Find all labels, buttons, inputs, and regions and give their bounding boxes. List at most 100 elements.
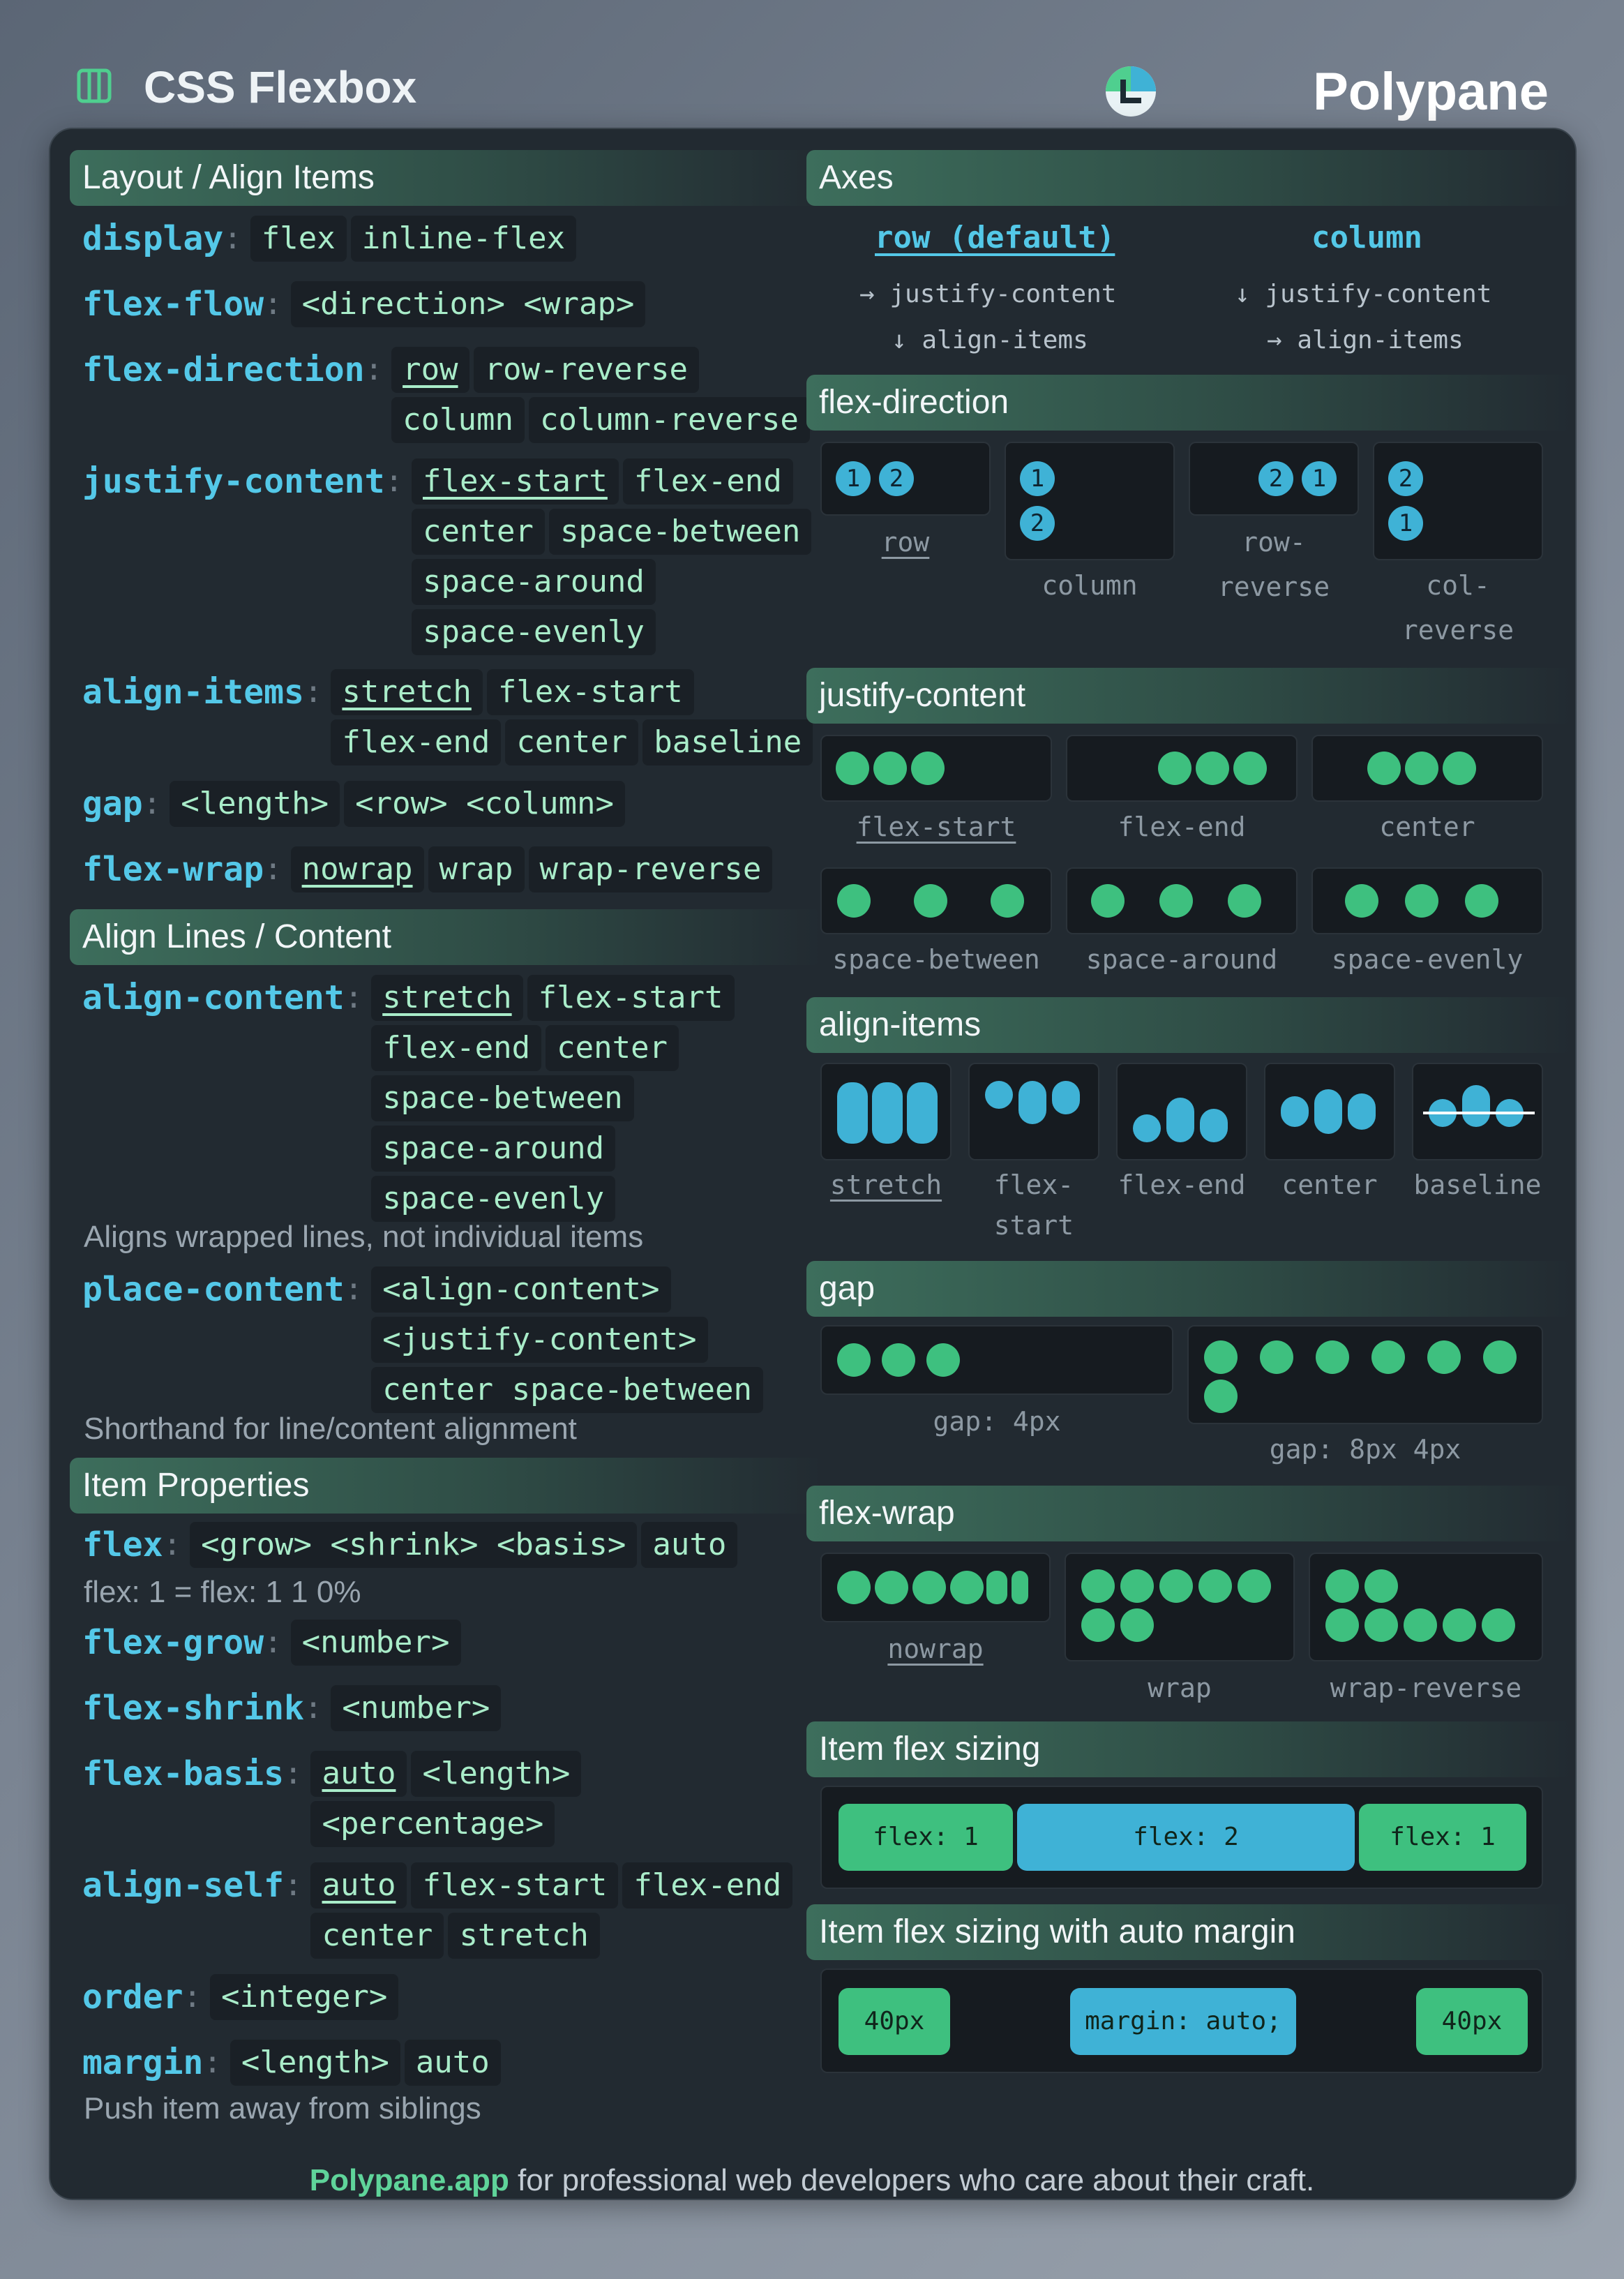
- prop-flex-direction: flex-direction: row row-reverse column c…: [82, 347, 810, 443]
- prop-name: flex-grow: [82, 1623, 264, 1662]
- prop-value: column: [391, 397, 525, 443]
- prop-name: flex-basis: [82, 1754, 284, 1793]
- prop-value: <number>: [290, 1620, 461, 1666]
- page-header: CSS Flexbox Polypane: [77, 49, 1549, 133]
- flex-item: margin: auto;: [1070, 1988, 1296, 2055]
- prop-value: center: [310, 1913, 444, 1959]
- note-place-content: Shorthand for line/content alignment: [84, 1412, 577, 1446]
- prop-value: center: [546, 1025, 679, 1071]
- demo-justify: [820, 735, 1052, 802]
- flex-item: [912, 1571, 946, 1604]
- caption: flex-end: [1118, 812, 1246, 842]
- flex-item: [1443, 752, 1476, 785]
- polypane-logo-icon: [1106, 66, 1156, 117]
- footer: Polypane.app for professional web develo…: [0, 2163, 1624, 2198]
- axis-row-justify: → justify-content: [859, 280, 1117, 308]
- flex-item: [1091, 884, 1125, 918]
- section-flex-direction: flex-direction: [806, 375, 1572, 431]
- prop-value: flex-start: [411, 458, 619, 505]
- prop-value: flex-end: [371, 1025, 542, 1071]
- prop-value: <align-content>: [371, 1266, 671, 1313]
- flex-item: [1196, 752, 1229, 785]
- flex-item: [1348, 1093, 1376, 1130]
- prop-value: space-evenly: [371, 1176, 616, 1222]
- flex-item: [1120, 1608, 1154, 1642]
- prop-name: align-items: [82, 673, 304, 712]
- prop-name: align-self: [82, 1866, 284, 1905]
- section-justify-content: justify-content: [806, 668, 1572, 724]
- flex-item: [1281, 1096, 1309, 1127]
- footer-text: for professional web developers who care…: [509, 2163, 1315, 2197]
- prop-flex-grow: flex-grow: <number>: [82, 1620, 709, 1666]
- prop-name: flex: [82, 1525, 163, 1564]
- prop-value: inline-flex: [350, 216, 577, 262]
- section-flex-wrap: flex-wrap: [806, 1486, 1572, 1541]
- flex-item: [985, 1081, 1013, 1109]
- flex-item: [873, 752, 907, 785]
- prop-value: center: [505, 719, 639, 765]
- flex-item: [1405, 752, 1438, 785]
- demo-align: [1264, 1063, 1395, 1160]
- flex-item: [1133, 1114, 1161, 1142]
- axis-column-title: column: [1311, 220, 1422, 255]
- caption: space-around: [1085, 944, 1278, 975]
- prop-margin: margin: <length> auto: [82, 2040, 649, 2086]
- section-layout: Layout / Align Items: [70, 150, 823, 206]
- caption: gap: 4px: [933, 1406, 1061, 1437]
- section-align-items: align-items: [806, 997, 1572, 1053]
- section-axes: Axes: [806, 150, 1572, 206]
- caption: nowrap: [887, 1634, 984, 1664]
- prop-name: place-content: [82, 1270, 345, 1309]
- prop-value: <integer>: [210, 1974, 399, 2020]
- prop-value: row-reverse: [473, 347, 699, 393]
- prop-value: <grow> <shrink> <basis>: [190, 1522, 638, 1568]
- prop-order: order: <integer>: [82, 1974, 629, 2020]
- flex-item: [1238, 1569, 1271, 1603]
- flex-item: [1159, 884, 1193, 918]
- prop-value: <length>: [411, 1751, 582, 1797]
- prop-value: <row> <column>: [344, 781, 625, 827]
- prop-value: <percentage>: [310, 1801, 555, 1847]
- flex-item: [1198, 1569, 1232, 1603]
- demo-justify: [820, 867, 1052, 934]
- flex-item: [914, 884, 947, 918]
- prop-value: <direction> <wrap>: [290, 281, 646, 327]
- prop-value: flex-start: [411, 1862, 619, 1908]
- flex-item: [1012, 1571, 1028, 1604]
- prop-name: flex-flow: [82, 285, 264, 324]
- demo-auto-margin: 40px margin: auto; 40px: [820, 1968, 1543, 2073]
- caption: col- reverse: [1401, 570, 1514, 645]
- section-flex-sizing-margin: Item flex sizing with auto margin: [806, 1904, 1572, 1960]
- flex-item: flex: 1: [1359, 1804, 1526, 1871]
- caption: flex-end: [1118, 1170, 1246, 1200]
- flex-item: [882, 1343, 915, 1377]
- caption: wrap: [1148, 1673, 1212, 1703]
- prop-value: <length>: [170, 781, 340, 827]
- demo-column: 1 2: [1005, 442, 1175, 560]
- prop-flex-shrink: flex-shrink: <number>: [82, 1685, 749, 1731]
- demo-justify: [1311, 867, 1543, 934]
- flex-item: [1200, 1109, 1228, 1142]
- prop-value: auto: [310, 1862, 407, 1908]
- prop-value: auto: [310, 1751, 407, 1797]
- flex-item: [1166, 1098, 1194, 1142]
- flex-item: [1364, 1608, 1398, 1642]
- demo-row-reverse: 2 1: [1189, 442, 1359, 516]
- footer-brand-link[interactable]: Polypane.app: [310, 2163, 509, 2197]
- flex-item: [1325, 1569, 1359, 1603]
- demo-row: 1 2: [820, 442, 991, 516]
- prop-value: row: [391, 347, 469, 393]
- prop-name: flex-shrink: [82, 1689, 304, 1728]
- caption: center: [1379, 812, 1475, 842]
- prop-flex: flex: <grow> <shrink> <basis> auto: [82, 1522, 818, 1568]
- flex-item: [1159, 1569, 1193, 1603]
- flex-item: [1204, 1380, 1238, 1413]
- flex-item: 40px: [839, 1988, 950, 2055]
- flex-item: [1325, 1608, 1359, 1642]
- flex-item: [837, 884, 871, 918]
- flex-item: [1443, 1608, 1476, 1642]
- flex-item: [1364, 1569, 1398, 1603]
- prop-value: flex-end: [622, 458, 793, 505]
- demo-align: [968, 1063, 1099, 1160]
- section-lines: Align Lines / Content: [70, 909, 823, 965]
